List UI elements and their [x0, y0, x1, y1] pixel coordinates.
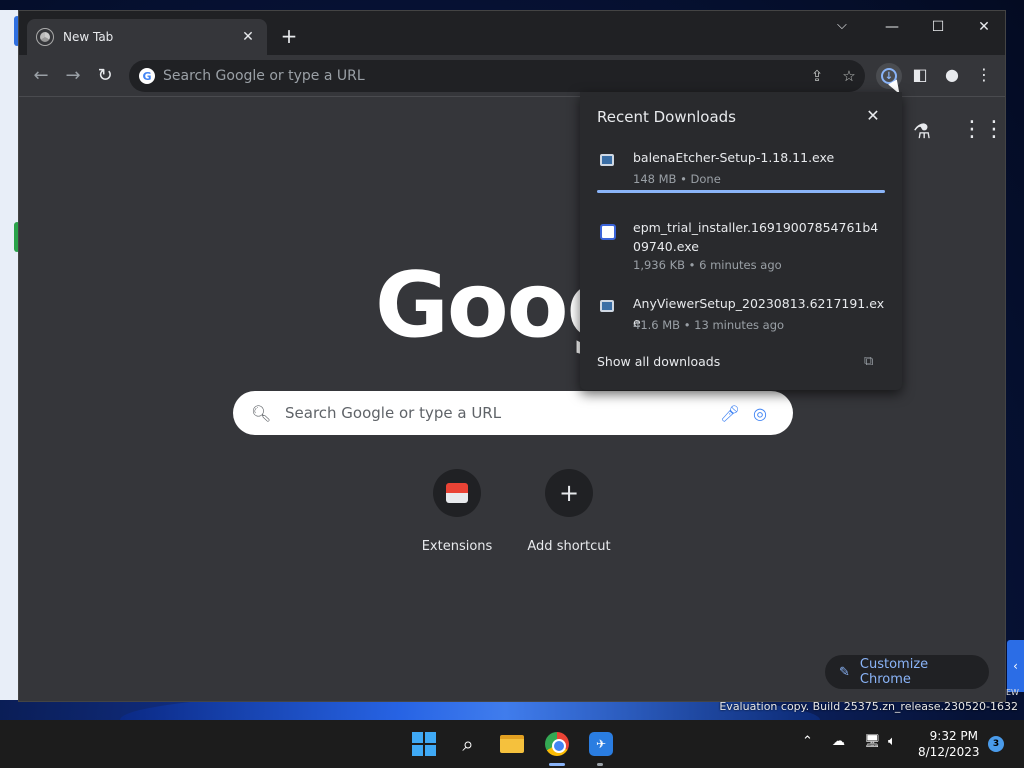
google-apps-icon[interactable]: ⋮⋮	[961, 117, 1005, 142]
chrome-labs-icon[interactable]: ⚗	[913, 119, 931, 143]
title-bar: New Tab ✕ + ⌵ — ☐ ✕	[19, 11, 1005, 55]
windows-logo-icon	[412, 732, 436, 756]
file-explorer-button[interactable]	[498, 730, 526, 758]
download-meta: 148 MB • Done	[633, 172, 721, 186]
google-search-box[interactable]: 🔍︎ Search Google or type a URL 🎤︎ ◎	[233, 391, 793, 435]
download-filename: balenaEtcher-Setup-1.18.11.exe	[633, 150, 835, 165]
network-icon[interactable]: 🖥︎	[864, 734, 881, 749]
back-icon[interactable]: ←	[29, 65, 53, 86]
menu-kebab-icon[interactable]: ⋮	[972, 65, 996, 84]
notification-badge[interactable]: 3	[988, 736, 1004, 752]
customize-chrome-button[interactable]: ✎ Customize Chrome	[825, 655, 989, 689]
reload-icon[interactable]: ↻	[93, 65, 117, 86]
share-icon[interactable]: ⇪	[801, 67, 833, 85]
download-meta: 1,936 KB • 6 minutes ago	[633, 258, 782, 272]
voice-search-icon[interactable]: 🎤︎	[715, 404, 745, 423]
exe-file-icon	[600, 154, 614, 166]
side-panel-icon[interactable]: ◧	[908, 65, 932, 84]
chrome-taskbar-button[interactable]	[543, 730, 571, 758]
running-app-indicator	[597, 763, 603, 766]
clock[interactable]: 9:32 PM 8/12/2023	[918, 728, 980, 760]
download-progress-bar	[597, 190, 885, 193]
download-filename: epm_trial_installer.16919007854761b40974…	[633, 220, 879, 254]
tab-close-icon[interactable]: ✕	[239, 29, 257, 45]
onedrive-offline-icon[interactable]: ☁	[832, 734, 845, 749]
chrome-favicon-icon	[36, 28, 54, 46]
toolbar: ← → ↻ G Search Google or type a URL ⇪ ☆ …	[19, 55, 1005, 97]
start-button[interactable]	[410, 730, 438, 758]
shortcut-label: Add shortcut	[527, 539, 611, 554]
google-g-icon: G	[139, 68, 155, 84]
volume-icon[interactable]: 🔈︎	[888, 734, 896, 749]
close-icon[interactable]: ✕	[864, 106, 882, 125]
shortcut-label: Extensions	[421, 539, 493, 554]
download-item[interactable]: AnyViewerSetup_20230813.6217191.exe 41.6…	[597, 294, 887, 338]
google-lens-icon[interactable]: ◎	[745, 404, 775, 423]
remote-app-icon: ✈	[589, 732, 613, 756]
close-window-button[interactable]: ✕	[961, 19, 1007, 35]
taskbar-search-icon[interactable]: ⌕	[454, 730, 482, 758]
download-item[interactable]: balenaEtcher-Setup-1.18.11.exe 148 MB • …	[597, 148, 887, 198]
side-panel-tab[interactable]: ‹	[1007, 640, 1024, 692]
tab-new-tab[interactable]: New Tab ✕	[27, 19, 267, 55]
shortcut-extensions[interactable]: Extensions	[407, 469, 507, 554]
show-hidden-icons-chevron-icon[interactable]: ⌃	[802, 734, 813, 749]
profile-icon[interactable]: ●	[940, 65, 964, 84]
installer-icon	[600, 224, 616, 240]
background-window-edge	[0, 10, 20, 700]
forward-icon[interactable]: →	[61, 65, 85, 86]
downloads-title: Recent Downloads	[597, 108, 736, 126]
exe-file-icon	[600, 300, 614, 312]
download-meta: 41.6 MB • 13 minutes ago	[633, 318, 785, 332]
anyviewer-taskbar-button[interactable]: ✈	[587, 730, 615, 758]
minimize-button[interactable]: —	[869, 19, 915, 35]
maximize-button[interactable]: ☐	[915, 19, 961, 35]
shortcut-add[interactable]: + Add shortcut	[519, 469, 619, 554]
address-placeholder: Search Google or type a URL	[163, 68, 365, 84]
download-item[interactable]: epm_trial_installer.16919007854761b40974…	[597, 218, 887, 274]
chrome-icon	[545, 732, 569, 756]
clock-date: 8/12/2023	[918, 745, 980, 759]
show-all-downloads-link[interactable]: Show all downloads	[597, 354, 720, 369]
pencil-icon: ✎	[839, 664, 850, 680]
open-external-icon[interactable]: ⧉	[864, 354, 873, 369]
extensions-tile	[433, 469, 481, 517]
tab-search-icon[interactable]: ⌵	[837, 18, 847, 33]
tab-title: New Tab	[63, 30, 114, 44]
address-bar[interactable]: G Search Google or type a URL ⇪ ☆	[129, 60, 865, 92]
new-tab-button[interactable]: +	[277, 25, 301, 47]
active-app-indicator	[549, 763, 565, 766]
search-icon: 🔍︎	[251, 403, 272, 423]
customize-label: Customize Chrome	[859, 657, 929, 687]
edge-label: EW	[1006, 688, 1019, 697]
taskbar: ⌕ ✈ ⌃ ☁ 🖥︎ 🔈︎ 9:32 PM 8/12/2023 3	[0, 720, 1024, 768]
folder-icon	[500, 735, 524, 753]
search-placeholder: Search Google or type a URL	[285, 404, 502, 422]
downloads-bubble: Recent Downloads ✕ balenaEtcher-Setup-1.…	[580, 92, 902, 390]
clock-time: 9:32 PM	[929, 729, 978, 743]
chrome-web-store-icon	[446, 483, 468, 503]
bookmark-star-icon[interactable]: ☆	[833, 67, 865, 85]
window-controls: — ☐ ✕	[869, 19, 1007, 35]
add-shortcut-icon: +	[545, 469, 593, 517]
